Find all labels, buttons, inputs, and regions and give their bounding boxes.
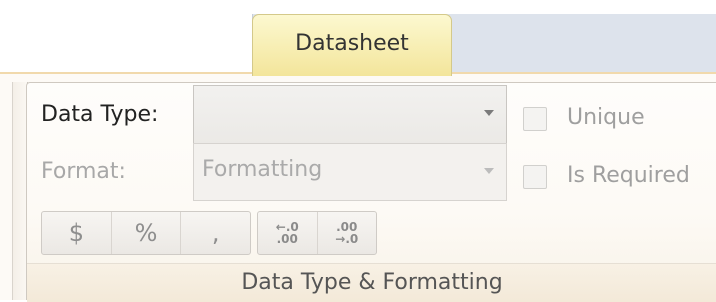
decrease-decimals-icon: .00 →.0 [335,221,358,245]
ribbon-panel: Data Type: Format: Formatting Unique Is … [0,72,716,302]
tab-datasheet[interactable]: Datasheet [252,14,452,76]
decrease-decimals-bottom: →.0 [335,232,359,246]
increase-decimals-icon: ←.0 .00 [276,221,299,245]
group-title: Data Type & Formatting [27,263,716,302]
format-label: Format: [41,159,126,184]
percent-button[interactable]: % [112,212,182,254]
data-type-label: Data Type: [41,102,159,127]
format-value: Formatting [202,157,323,182]
unique-label: Unique [567,105,645,130]
dropdown-arrow-icon[interactable] [484,110,494,116]
decimal-buttons: ←.0 .00 .00 →.0 [257,211,377,255]
comma-style-button[interactable]: , [181,212,250,254]
data-type-formatting-group: Data Type: Format: Formatting Unique Is … [26,82,716,302]
increase-decimals-button[interactable]: ←.0 .00 [258,212,318,254]
format-dropdown[interactable]: Formatting [193,143,507,201]
currency-button[interactable]: $ [42,212,112,254]
data-type-dropdown[interactable] [193,85,507,145]
number-format-buttons: $ % , [41,211,251,255]
dropdown-arrow-icon[interactable] [484,168,494,174]
decrease-decimals-button[interactable]: .00 →.0 [318,212,377,254]
is-required-checkbox[interactable] [523,165,547,189]
unique-checkbox[interactable] [523,107,547,131]
is-required-label: Is Required [567,163,690,188]
increase-decimals-bottom: .00 [276,232,298,246]
